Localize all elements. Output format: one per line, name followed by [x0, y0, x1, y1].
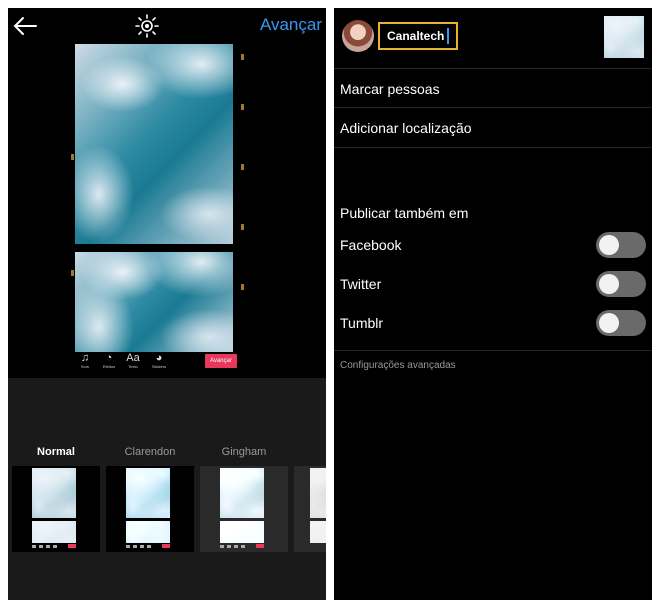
filter-thumbnail [12, 466, 100, 552]
divider [334, 107, 652, 108]
editor-next-button[interactable]: Avançar [205, 354, 237, 368]
music-icon: ♫ [80, 352, 90, 364]
share-facebook-label: Facebook [340, 237, 402, 253]
filter-thumbnail [106, 466, 194, 552]
facebook-toggle[interactable] [596, 232, 646, 258]
advanced-settings-link[interactable]: Configurações avançadas [340, 360, 456, 371]
effects-icon: ◔ [105, 352, 113, 364]
share-twitter-label: Twitter [340, 276, 382, 292]
tool-music[interactable]: ♫ Som [74, 352, 96, 370]
photo-frame-top [75, 44, 233, 244]
divider [334, 350, 652, 351]
text-icon: Aa [126, 352, 140, 364]
avatar [342, 20, 374, 52]
filter-strip: Normal Clarendon Gingham [8, 378, 326, 600]
filter-gingham[interactable]: Gingham [200, 446, 288, 552]
filter-clarendon[interactable]: Clarendon [106, 446, 194, 552]
share-tumblr-label: Tumblr [340, 315, 384, 331]
filter-next-partial[interactable] [294, 446, 326, 552]
tool-effects[interactable]: ◔ Efeitos [98, 352, 120, 370]
tumblr-toggle[interactable] [596, 310, 646, 336]
tool-stickers[interactable]: ◕ Stickers [148, 352, 170, 370]
text-caret [447, 28, 449, 44]
photo-frame-bottom [75, 252, 233, 352]
divider [334, 68, 652, 69]
share-also-header: Publicar também em [340, 205, 469, 221]
film-edge-left [70, 44, 76, 344]
tag-people-row[interactable]: Marcar pessoas [340, 81, 440, 97]
editor-panel: Avançar ♫ Som ◔ Efeitos Aa Texto ◕ Stick… [8, 8, 326, 600]
twitter-toggle[interactable] [596, 271, 646, 297]
share-panel: Canaltech Marcar pessoas Adicionar local… [334, 8, 652, 600]
stickers-icon: ◕ [155, 352, 163, 364]
next-button[interactable]: Avançar [260, 15, 322, 35]
back-arrow-icon[interactable] [12, 14, 38, 38]
film-edge-right [240, 44, 246, 344]
post-thumbnail [604, 16, 644, 58]
editor-top-bar: Avançar [8, 8, 326, 44]
filter-thumbnail [294, 466, 326, 552]
add-location-row[interactable]: Adicionar localização [340, 120, 472, 136]
divider [334, 147, 652, 148]
editor-toolbar: ♫ Som ◔ Efeitos Aa Texto ◕ Stickers Avan… [70, 350, 246, 378]
brightness-icon[interactable] [134, 13, 160, 39]
tool-text[interactable]: Aa Texto [122, 352, 144, 370]
story-preview: ♫ Som ◔ Efeitos Aa Texto ◕ Stickers Avan… [70, 44, 246, 374]
filter-normal[interactable]: Normal [12, 446, 100, 552]
filter-thumbnail [200, 466, 288, 552]
caption-input[interactable]: Canaltech [378, 22, 458, 50]
photo-canvas: ♫ Som ◔ Efeitos Aa Texto ◕ Stickers Avan… [8, 44, 326, 378]
